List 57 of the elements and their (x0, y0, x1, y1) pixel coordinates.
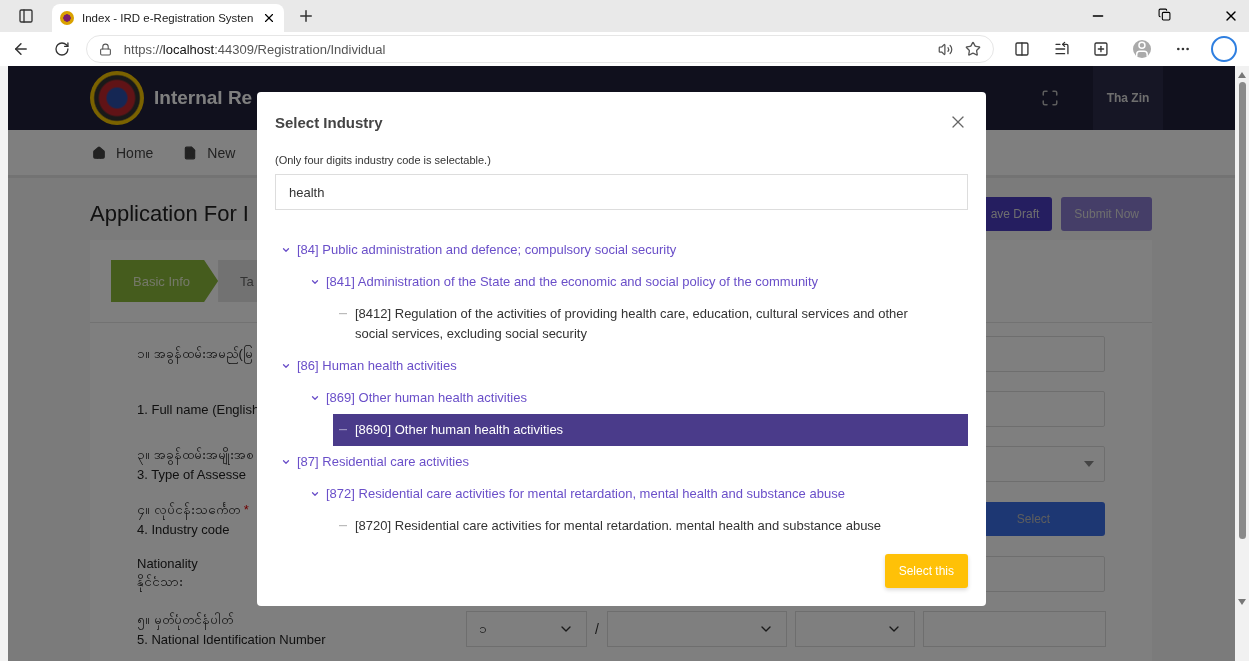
separator-text: / (595, 621, 599, 637)
split-screen-icon[interactable] (1013, 41, 1030, 57)
refresh-icon[interactable] (53, 41, 70, 57)
lock-icon (98, 42, 112, 56)
field-label: ၄။ လုပ်ငန်းသင်္ကေတ * (137, 501, 249, 520)
tree-item[interactable]: [869] Other human health activities (304, 382, 968, 414)
restore-icon[interactable] (1158, 8, 1171, 21)
close-icon[interactable] (262, 11, 276, 25)
hint-text: (Only four digits industry code is selectable.) (275, 154, 492, 166)
star-icon[interactable] (964, 41, 981, 57)
page-heading: Application For I (90, 201, 249, 227)
back-icon[interactable] (12, 40, 30, 58)
select-field[interactable] (794, 611, 915, 647)
chevron-down-icon[interactable] (310, 393, 320, 403)
field-label: 1. Full name (English (137, 401, 260, 417)
chevron-down-icon[interactable] (281, 361, 291, 371)
chevron-down-icon[interactable] (281, 457, 291, 467)
favorites-icon[interactable] (1053, 41, 1070, 57)
select-field[interactable]: ၁ (466, 611, 587, 647)
fullscreen-icon[interactable] (1041, 89, 1059, 107)
field-label: နိုင်ငံသား (137, 573, 183, 592)
favicon-icon (60, 11, 74, 25)
field-label: 4. Industry code (137, 522, 230, 537)
scroll-up-icon[interactable] (1238, 72, 1246, 78)
required-mark: * (243, 502, 249, 517)
nav-link[interactable]: New (183, 144, 236, 161)
scrollbar-thumb[interactable] (1238, 82, 1246, 539)
nav-link[interactable]: Home (92, 144, 154, 161)
chevron-down-icon[interactable] (310, 277, 320, 287)
field-label: ၁။ အခွန်ထမ်းအမည်(မြ (137, 344, 253, 364)
address-bar[interactable]: https://localhost:44309/Registration/Individual (85, 35, 994, 63)
copilot-icon[interactable] (1211, 36, 1237, 62)
tree-item[interactable]: [86] Human health activities (275, 350, 968, 382)
select-field[interactable] (606, 611, 787, 647)
read-aloud-icon[interactable] (937, 41, 953, 57)
emblem-logo (90, 71, 144, 125)
scroll-down-icon[interactable] (1238, 599, 1246, 605)
document-icon (183, 145, 198, 160)
collections-icon[interactable] (1093, 41, 1110, 57)
chevron-down-icon[interactable] (310, 489, 320, 499)
home-icon (92, 145, 106, 160)
field-label: ၅။ မှတ်ပုံတင်နံပါတ် (137, 611, 233, 630)
search-field[interactable]: health (275, 174, 968, 210)
tree-item[interactable]: [8690] Other human health activities (333, 414, 968, 446)
dialog-title: Select Industry (275, 113, 383, 131)
user-menu[interactable]: Tha Zin (1093, 66, 1163, 130)
tree-item[interactable]: [87] Residential care activities (275, 446, 968, 478)
browser-tab[interactable]: Index - IRD e-Registration Systen (52, 4, 284, 32)
site-title: Internal Re (154, 87, 253, 109)
caret-icon (1084, 461, 1094, 467)
field-label: ၃။ အခွန်ထမ်းအမျိုးအစ (137, 446, 254, 465)
tree-item[interactable]: [8412] Regulation of the activities of providing health care, education, cultural services and other social services, excluding social security (333, 298, 968, 350)
field-label: 3. Type of Assesse (137, 467, 246, 482)
tree-item[interactable]: [841] Administration of the State and the economic and social policy of the community (304, 266, 968, 298)
field-label: 5. National Identification Number (137, 632, 326, 647)
chevron-down-icon[interactable] (281, 245, 291, 255)
field-label: Nationality (137, 556, 198, 571)
